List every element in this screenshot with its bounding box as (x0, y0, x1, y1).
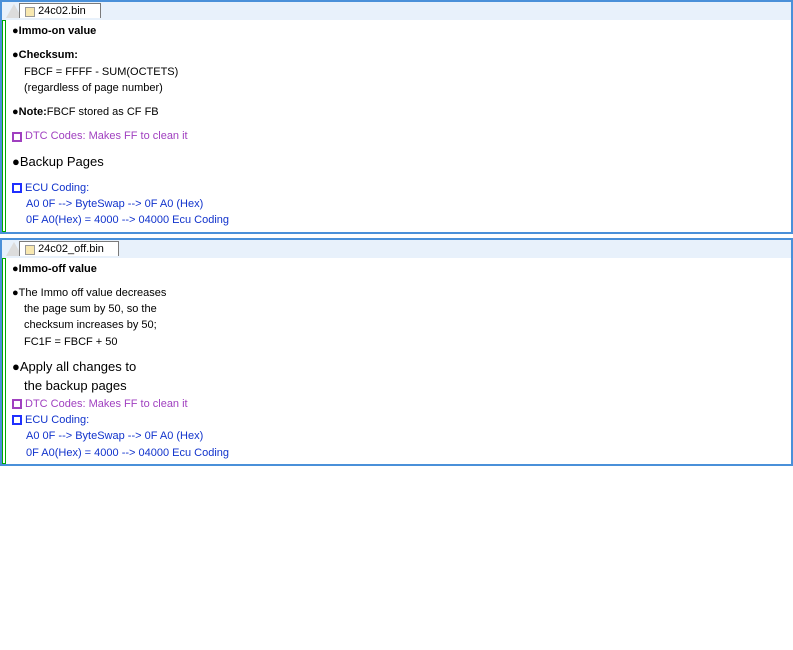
notes-top: Immo-on value Checksum: FBCF = FFFF - SU… (6, 20, 791, 232)
label-note: Note: (19, 106, 47, 118)
notes-bottom: Immo-off value The Immo off value decrea… (6, 258, 791, 464)
file-tab-top[interactable]: 24c02.bin (19, 3, 101, 18)
square-blue-icon (12, 415, 22, 425)
text-apply-l1: Apply all changes to (12, 359, 785, 376)
text-off-l3: checksum increases by 50; (24, 318, 785, 332)
file-tab-bottom[interactable]: 24c02_off.bin (19, 241, 119, 256)
text-ecu-l2-bottom: 0F A0(Hex) = 4000 --> 04000 Ecu Coding (26, 446, 785, 460)
square-purple-icon (12, 132, 22, 142)
label-checksum: Checksum: (19, 49, 78, 61)
square-purple-icon (12, 399, 22, 409)
panel-immo-on: 24c02.bin Immo-on value Checksum: FBCF =… (0, 0, 793, 234)
label-immo-on: Immo-on value (12, 24, 785, 38)
text-off-l4: FC1F = FBCF + 50 (24, 335, 785, 349)
text-ecu-head-top: ECU Coding: (12, 181, 785, 195)
text-dtc-bottom: DTC Codes: Makes FF to clean it (12, 397, 785, 411)
text-ecu-l1-top: A0 0F --> ByteSwap --> 0F A0 (Hex) (26, 197, 785, 211)
text-apply-l2: the backup pages (24, 378, 785, 395)
text-ecu-head-bottom: ECU Coding: (12, 413, 785, 427)
label-immo-off: Immo-off value (12, 262, 785, 276)
label-backup-pages: Backup Pages (12, 154, 785, 171)
text-note-body: FBCF stored as CF FB (47, 106, 159, 118)
text-dtc-top: DTC Codes: Makes FF to clean it (12, 129, 785, 143)
text-checksum-formula: FBCF = FFFF - SUM(OCTETS) (24, 65, 785, 79)
text-checksum-note: (regardless of page number) (24, 81, 785, 95)
text-ecu-l1-bottom: A0 0F --> ByteSwap --> 0F A0 (Hex) (26, 429, 785, 443)
text-ecu-l2-top: 0F A0(Hex) = 4000 --> 04000 Ecu Coding (26, 213, 785, 227)
text-off-l1: The Immo off value decreases (12, 286, 785, 300)
text-off-l2: the page sum by 50, so the (24, 302, 785, 316)
square-blue-icon (12, 183, 22, 193)
panel-immo-off: 24c02_off.bin Immo-off value The Immo of… (0, 238, 793, 466)
